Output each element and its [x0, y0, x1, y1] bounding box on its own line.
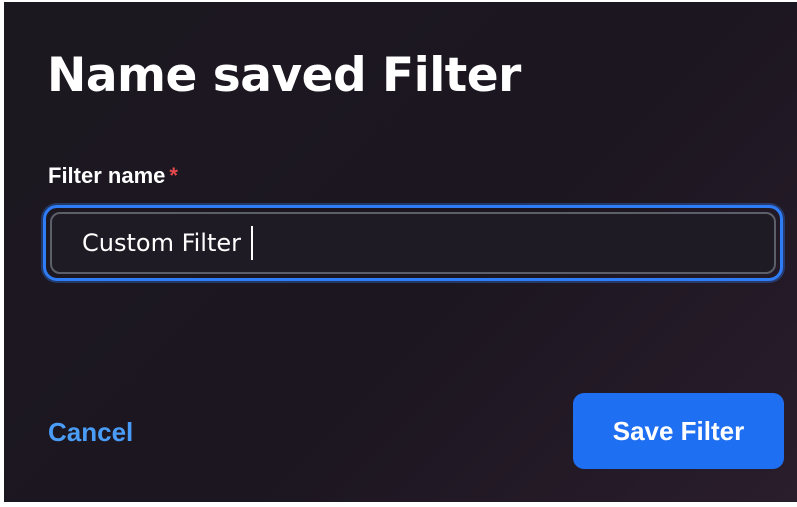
save-filter-button[interactable]: Save Filter: [573, 393, 784, 469]
required-indicator: *: [169, 163, 178, 188]
text-caret: [251, 226, 254, 260]
filter-name-value: Custom Filter: [82, 229, 242, 257]
filter-name-focus-ring: Custom Filter: [43, 205, 783, 281]
filter-name-label-text: Filter name: [48, 163, 166, 188]
filter-name-label: Filter name *: [48, 165, 178, 187]
save-filter-button-label: Save Filter: [612, 415, 745, 446]
save-filter-dialog: Name saved Filter Filter name * Custom Fi…: [4, 2, 797, 502]
dialog-title: Name saved Filter: [47, 48, 521, 103]
filter-name-input[interactable]: Custom Filter: [50, 212, 776, 274]
cancel-button[interactable]: Cancel: [48, 419, 133, 445]
